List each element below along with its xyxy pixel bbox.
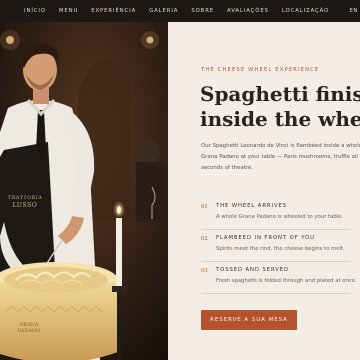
hero-photo: TRATTORIA LUSSO GRANA PADANO [0, 22, 168, 360]
nav-item-localizacao[interactable]: LOCALIZAÇÃO [282, 8, 329, 14]
step-number: 03 [201, 268, 208, 274]
step-title: TOSSED AND SERVED [216, 267, 290, 273]
nav-item-galeria[interactable]: GALERIA [149, 8, 178, 14]
experience-steps: 01 THE WHEEL ARRIVES A whole Grana Padan… [201, 198, 357, 294]
reserve-table-button[interactable]: RESERVE A SUA MESA [201, 310, 297, 330]
page-title: Spaghetti finished inside the wheel. [200, 82, 360, 131]
step-number: 02 [201, 236, 208, 242]
top-nav: INÍCIO MENU EXPERIÊNCIA GALERIA SOBRE AV… [0, 0, 360, 22]
section-eyebrow: THE CHEESE WHEEL EXPERIENCE [201, 67, 320, 73]
step-item: 02 FLAMBEED IN FRONT OF YOU Spirits meet… [201, 230, 351, 262]
step-title: FLAMBEED IN FRONT OF YOU [216, 235, 315, 241]
nav-item-avaliacoes[interactable]: AVALIAÇÕES [227, 8, 269, 14]
experience-description: Our Spaghetti Leonardo de Vinci is flamb… [201, 143, 360, 172]
step-number: 01 [201, 204, 208, 210]
nav-item-experiencia[interactable]: EXPERIÊNCIA [91, 8, 136, 14]
apron-logo: TRATTORIA LUSSO [8, 196, 43, 209]
step-text: A whole Grana Padano is wheeled to your … [216, 214, 344, 220]
step-item: 03 TOSSED AND SERVED Fresh spaghetti is … [201, 262, 357, 294]
step-title: THE WHEEL ARRIVES [216, 203, 287, 209]
step-text: Spirits meet the rind, the cheese begins… [216, 246, 345, 252]
step-text: Fresh spaghetti is folded through and pl… [216, 278, 357, 284]
cheese-wheel-stamp: GRANA PADANO [17, 322, 41, 334]
experience-panel: THE CHEESE WHEEL EXPERIENCE Spaghetti fi… [168, 22, 360, 360]
nav-item-sobre[interactable]: SOBRE [191, 8, 214, 14]
nav-item-menu[interactable]: MENU [59, 8, 78, 14]
language-switch[interactable]: EN [349, 8, 358, 14]
step-item: 01 THE WHEEL ARRIVES A whole Grana Padan… [201, 198, 351, 230]
chef-cheese-wheel-illustration [0, 22, 168, 360]
nav-item-inicio[interactable]: INÍCIO [24, 8, 46, 14]
